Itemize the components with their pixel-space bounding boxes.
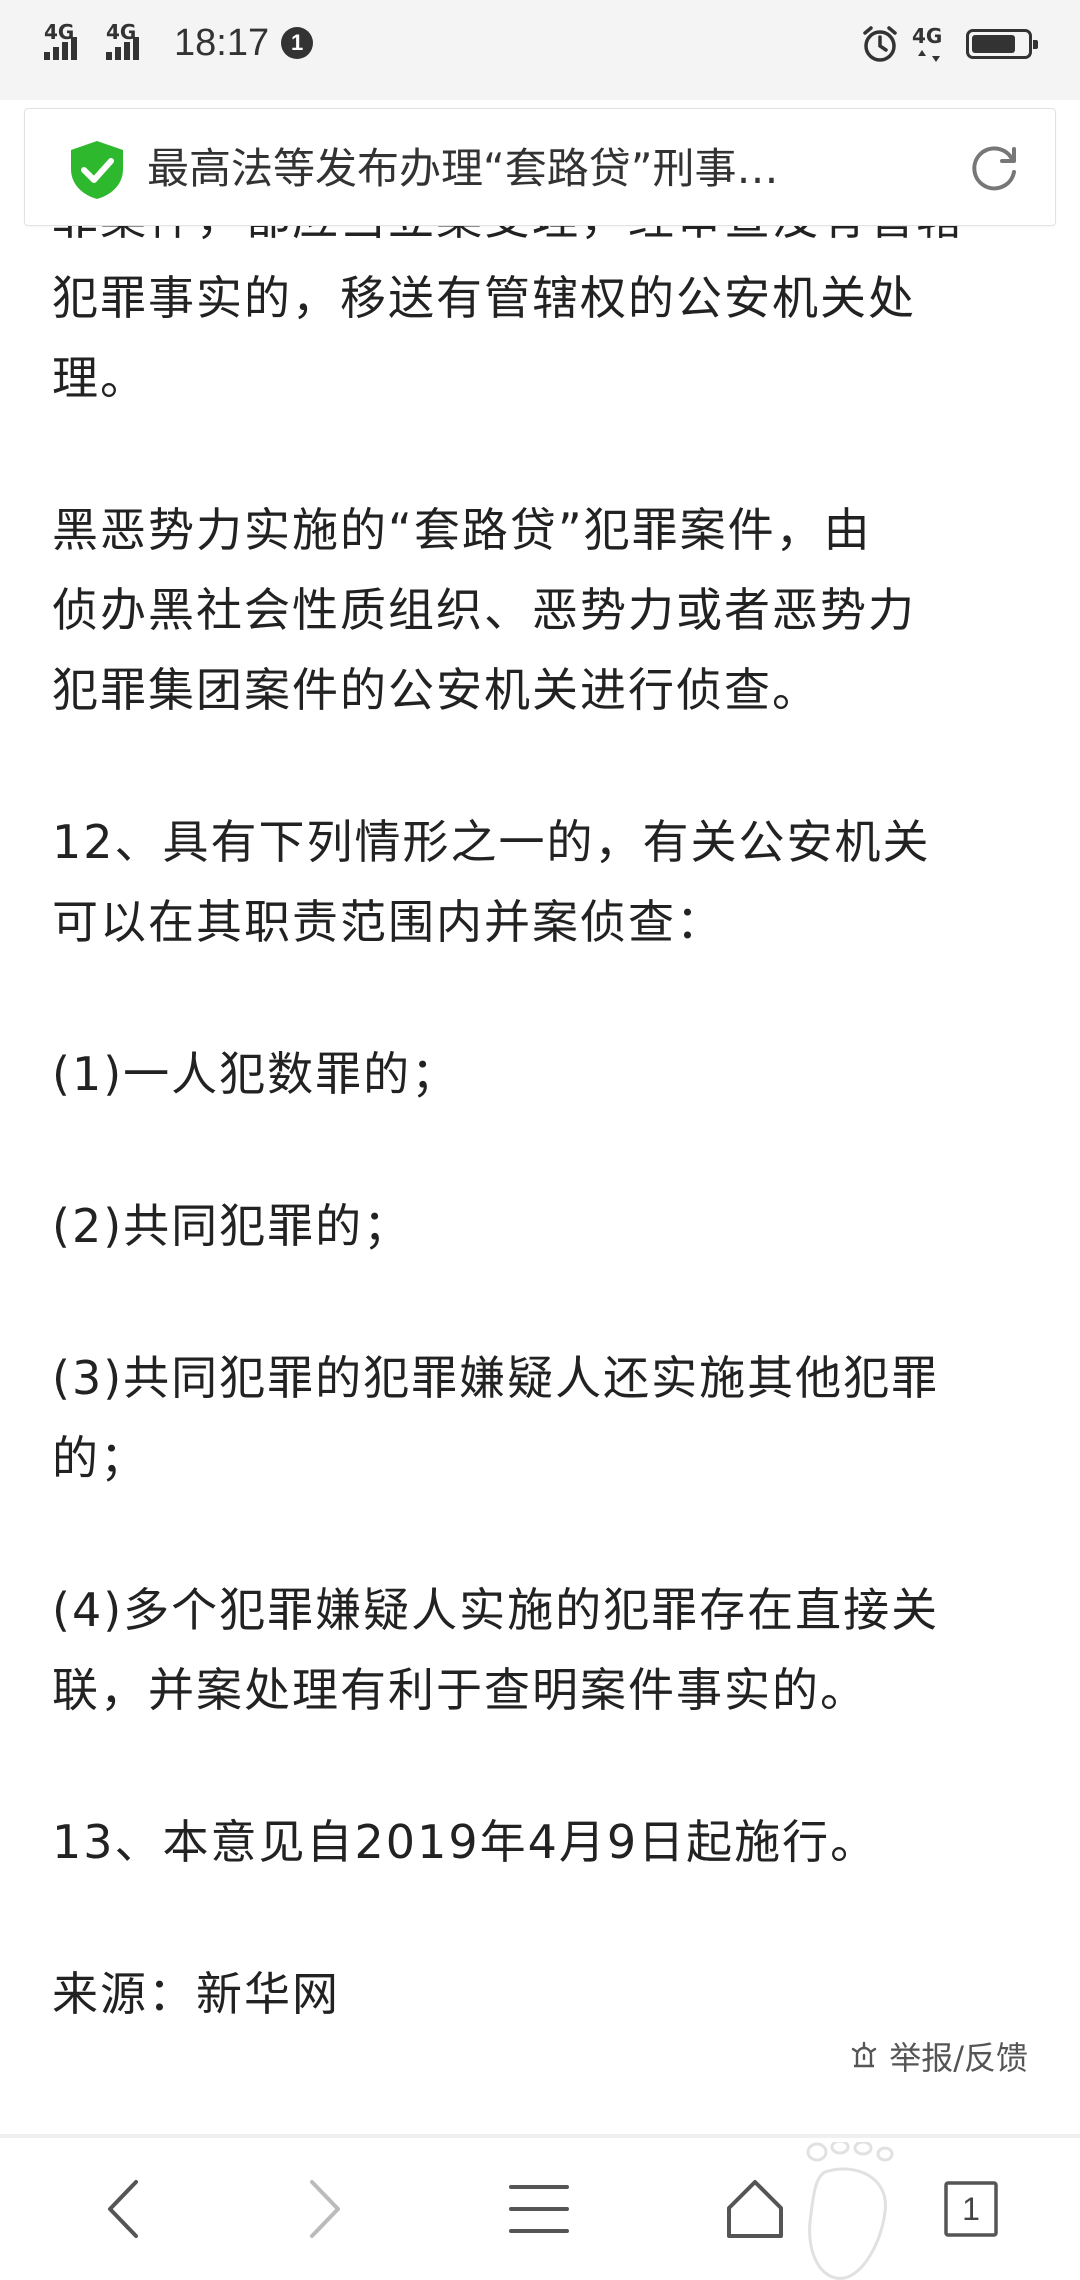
article-body: 罪案件，都应当立案受理，经审查没有管辖 犯罪事实的，移送有管辖权的公安机关处 理… bbox=[52, 226, 1042, 2126]
paragraph-line: 犯罪集团案件的公安机关进行侦查。 bbox=[52, 663, 820, 717]
menu-button[interactable] bbox=[494, 2164, 584, 2254]
paragraph-line: 13、本意见自2019年4月9日起施行。 bbox=[52, 1815, 879, 1869]
article-source: 来源：新华网 bbox=[52, 1967, 340, 2021]
footprint-watermark-icon bbox=[806, 2142, 894, 2280]
report-feedback-link[interactable]: 举报/反馈 bbox=[849, 2032, 1028, 2080]
paragraph-line: 黑恶势力实施的“套路贷”犯罪案件，由 bbox=[52, 503, 872, 557]
tab-count: 1 bbox=[962, 2190, 980, 2227]
list-item-continued: 联，并案处理有利于查明案件事实的。 bbox=[52, 1663, 868, 1717]
report-label: 举报/反馈 bbox=[889, 2039, 1028, 2077]
paragraph-line: 12、具有下列情形之一的，有关公安机关 bbox=[52, 815, 931, 869]
status-left: 4G 4G 18:17 1 bbox=[44, 18, 314, 68]
cut-off-line: 罪案件，都应当立案受理，经审查没有管辖 bbox=[52, 226, 1042, 258]
page-title[interactable]: 最高法等发布办理“套路贷”刑事… bbox=[147, 141, 937, 197]
list-item: (4)多个犯罪嫌疑人实施的犯罪存在直接关 bbox=[52, 1583, 940, 1637]
status-time: 18:17 bbox=[174, 21, 270, 64]
paragraph-line: 可以在其职责范围内并案侦查： bbox=[52, 895, 724, 949]
network-type-label-3: 4G bbox=[912, 24, 943, 48]
back-button[interactable] bbox=[80, 2164, 170, 2254]
chevron-left-icon bbox=[108, 2180, 138, 2238]
menu-icon bbox=[509, 2185, 569, 2233]
list-item: (3)共同犯罪的犯罪嫌疑人还实施其他犯罪 bbox=[52, 1351, 940, 1405]
notification-badge: 1 bbox=[281, 27, 314, 59]
address-bar[interactable]: 最高法等发布办理“套路贷”刑事… bbox=[24, 108, 1056, 226]
signal-icon: 4G bbox=[44, 20, 90, 60]
paragraph-line: 理。 bbox=[52, 351, 148, 405]
cut-off-text: 罪案件，都应当立案受理，经审查没有管辖 bbox=[52, 226, 964, 258]
list-item: (2)共同犯罪的； bbox=[52, 1199, 412, 1253]
tabs-button[interactable]: 1 bbox=[926, 2164, 1016, 2254]
paragraph-line: 犯罪事实的，移送有管辖权的公安机关处 bbox=[52, 271, 916, 325]
bottom-toolbar: 1 bbox=[0, 2138, 1080, 2280]
data-activity-icon: 4G bbox=[912, 24, 952, 64]
home-icon bbox=[727, 2180, 783, 2238]
list-item: (1)一人犯数罪的； bbox=[52, 1047, 460, 1101]
alarm-icon bbox=[863, 26, 897, 62]
battery-icon bbox=[966, 29, 1038, 59]
forward-button[interactable] bbox=[278, 2164, 368, 2254]
chevron-right-icon bbox=[310, 2180, 340, 2238]
paragraph-line: 侦办黑社会性质组织、恶势力或者恶势力 bbox=[52, 583, 916, 637]
status-bar: 4G 4G 18:17 1 4G bbox=[0, 0, 1080, 100]
signal-icon-2: 4G bbox=[106, 20, 152, 60]
home-button[interactable] bbox=[710, 2164, 800, 2254]
security-shield-icon bbox=[71, 141, 123, 199]
reload-icon[interactable] bbox=[965, 139, 1023, 197]
status-right: 4G bbox=[860, 22, 1038, 66]
list-item-continued: 的； bbox=[52, 1431, 148, 1485]
report-icon bbox=[852, 2041, 877, 2068]
